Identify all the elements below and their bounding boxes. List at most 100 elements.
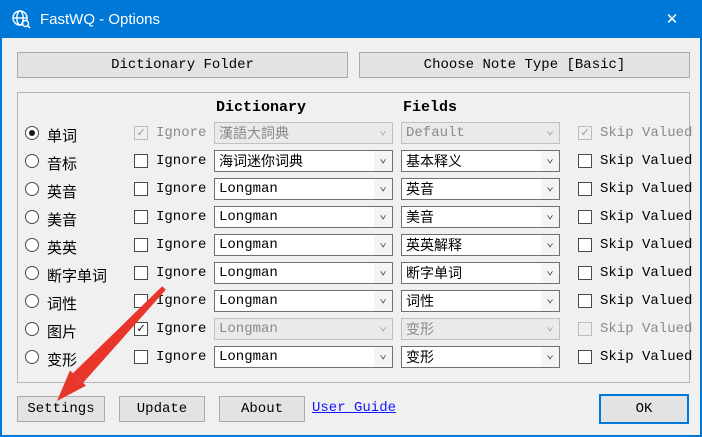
dictionary-select[interactable]: Longman ⌄ xyxy=(214,262,393,284)
check-icon: ✓ xyxy=(137,126,145,139)
ignore-label: Ignore xyxy=(156,153,206,169)
ignore-label: Ignore xyxy=(156,237,206,253)
dictionary-select-value: Longman xyxy=(215,293,374,309)
ignore-label: Ignore xyxy=(156,293,206,309)
settings-button[interactable]: Settings xyxy=(17,396,105,422)
fields-select-value: Default xyxy=(402,125,541,141)
fields-select-value: 变形 xyxy=(402,319,541,339)
dictionary-folder-button[interactable]: Dictionary Folder xyxy=(17,52,348,78)
fields-select[interactable]: 英音 ⌄ xyxy=(401,178,560,200)
fields-select-value: 词性 xyxy=(402,291,541,311)
dictionary-select-value: Longman xyxy=(215,209,374,225)
ignore-label: Ignore xyxy=(156,209,206,225)
user-guide-link[interactable]: User Guide xyxy=(312,400,396,416)
choose-note-type-button[interactable]: Choose Note Type [Basic] xyxy=(359,52,690,78)
window-title: FastWQ - Options xyxy=(40,11,160,28)
row-radio[interactable] xyxy=(25,322,39,336)
chevron-down-icon: ⌄ xyxy=(374,347,392,367)
update-button[interactable]: Update xyxy=(119,396,205,422)
ignore-checkbox[interactable]: ✓ xyxy=(134,182,148,196)
row-radio[interactable] xyxy=(25,294,39,308)
ignore-label: Ignore xyxy=(156,321,206,337)
dictionary-select[interactable]: Longman ⌄ xyxy=(214,206,393,228)
fields-select[interactable]: 变形 ⌄ xyxy=(401,346,560,368)
ok-button[interactable]: OK xyxy=(599,394,689,424)
fields-select: Default ⌄ xyxy=(401,122,560,144)
title-bar[interactable]: FastWQ - Options ✕ xyxy=(0,0,702,38)
fields-select[interactable]: 美音 ⌄ xyxy=(401,206,560,228)
skip-valued-label: Skip Valued xyxy=(600,321,692,337)
ignore-checkbox[interactable]: ✓ xyxy=(134,350,148,364)
chevron-down-icon: ⌄ xyxy=(374,291,392,311)
option-row: 断字单词 ✓ Ignore Longman ⌄ 断字单词 ⌄ ✓ Skip Va… xyxy=(18,259,689,287)
row-radio[interactable] xyxy=(25,126,39,140)
dictionary-select[interactable]: Longman ⌄ xyxy=(214,346,393,368)
row-radio-label: 美音 xyxy=(47,209,77,230)
close-icon[interactable]: ✕ xyxy=(650,0,694,38)
skip-valued-checkbox[interactable]: ✓ xyxy=(578,238,592,252)
skip-valued-checkbox[interactable]: ✓ xyxy=(578,182,592,196)
dictionary-select[interactable]: Longman ⌄ xyxy=(214,234,393,256)
chevron-down-icon: ⌄ xyxy=(374,235,392,255)
row-radio-label: 英音 xyxy=(47,181,77,202)
row-radio[interactable] xyxy=(25,154,39,168)
option-row: 单词 ✓ Ignore 漢語大詞典 ⌄ Default ⌄ ✓ Skip Val… xyxy=(18,119,689,147)
fields-select: 变形 ⌄ xyxy=(401,318,560,340)
dictionary-select[interactable]: Longman ⌄ xyxy=(214,290,393,312)
option-row: 图片 ✓ Ignore Longman ⌄ 变形 ⌄ ✓ Skip Valued xyxy=(18,315,689,343)
fields-select-value: 断字单词 xyxy=(402,263,541,283)
chevron-down-icon: ⌄ xyxy=(374,319,392,339)
fields-select[interactable]: 词性 ⌄ xyxy=(401,290,560,312)
row-radio[interactable] xyxy=(25,182,39,196)
chevron-down-icon: ⌄ xyxy=(541,151,559,171)
ignore-label: Ignore xyxy=(156,125,206,141)
skip-valued-label: Skip Valued xyxy=(600,209,692,225)
skip-valued-checkbox[interactable]: ✓ xyxy=(578,154,592,168)
fields-select[interactable]: 断字单词 ⌄ xyxy=(401,262,560,284)
check-icon: ✓ xyxy=(581,126,589,139)
option-row: 词性 ✓ Ignore Longman ⌄ 词性 ⌄ ✓ Skip Valued xyxy=(18,287,689,315)
globe-search-icon xyxy=(11,9,31,29)
ignore-checkbox[interactable]: ✓ xyxy=(134,266,148,280)
dictionary-select-value: Longman xyxy=(215,237,374,253)
fields-select-value: 基本释义 xyxy=(402,151,541,171)
dictionary-select-value: 海词迷你词典 xyxy=(215,151,374,171)
dictionary-select[interactable]: 海词迷你词典 ⌄ xyxy=(214,150,393,172)
dictionary-select: Longman ⌄ xyxy=(214,318,393,340)
chevron-down-icon: ⌄ xyxy=(541,291,559,311)
skip-valued-checkbox[interactable]: ✓ xyxy=(578,210,592,224)
skip-valued-label: Skip Valued xyxy=(600,265,692,281)
fields-select[interactable]: 英英解释 ⌄ xyxy=(401,234,560,256)
options-dialog: FastWQ - Options ✕ Dictionary Folder Cho… xyxy=(0,0,702,437)
row-radio[interactable] xyxy=(25,266,39,280)
dictionary-select: 漢語大詞典 ⌄ xyxy=(214,122,393,144)
chevron-down-icon: ⌄ xyxy=(374,123,392,143)
skip-valued-checkbox[interactable]: ✓ xyxy=(578,350,592,364)
chevron-down-icon: ⌄ xyxy=(374,151,392,171)
ignore-checkbox[interactable]: ✓ xyxy=(134,154,148,168)
skip-valued-label: Skip Valued xyxy=(600,181,692,197)
row-radio-label: 断字单词 xyxy=(47,265,107,286)
fields-select[interactable]: 基本释义 ⌄ xyxy=(401,150,560,172)
ignore-checkbox[interactable]: ✓ xyxy=(134,210,148,224)
fields-select-value: 英英解释 xyxy=(402,235,541,255)
row-radio[interactable] xyxy=(25,238,39,252)
skip-valued-checkbox[interactable]: ✓ xyxy=(578,294,592,308)
dictionary-column-header: Dictionary xyxy=(216,99,306,116)
ignore-checkbox: ✓ xyxy=(134,126,148,140)
skip-valued-checkbox: ✓ xyxy=(578,126,592,140)
dictionary-select[interactable]: Longman ⌄ xyxy=(214,178,393,200)
ignore-checkbox[interactable]: ✓ xyxy=(134,294,148,308)
about-button[interactable]: About xyxy=(219,396,305,422)
chevron-down-icon: ⌄ xyxy=(541,347,559,367)
chevron-down-icon: ⌄ xyxy=(374,207,392,227)
option-row: 英英 ✓ Ignore Longman ⌄ 英英解释 ⌄ ✓ Skip Valu… xyxy=(18,231,689,259)
skip-valued-label: Skip Valued xyxy=(600,237,692,253)
ignore-checkbox[interactable]: ✓ xyxy=(134,322,148,336)
skip-valued-checkbox[interactable]: ✓ xyxy=(578,266,592,280)
skip-valued-label: Skip Valued xyxy=(600,153,692,169)
fields-select-value: 变形 xyxy=(402,347,541,367)
row-radio[interactable] xyxy=(25,210,39,224)
row-radio[interactable] xyxy=(25,350,39,364)
ignore-checkbox[interactable]: ✓ xyxy=(134,238,148,252)
